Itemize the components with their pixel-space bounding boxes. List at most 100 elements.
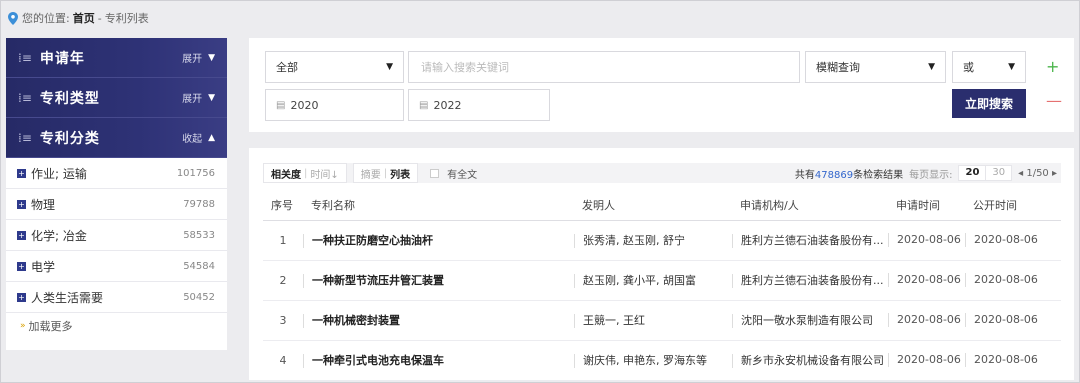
sort-time-button[interactable]: 时间↓ — [307, 166, 341, 181]
col-header-publish-date[interactable]: 公开时间 — [965, 191, 1061, 221]
remove-condition-button[interactable]: — — [1046, 91, 1062, 110]
result-total: 共有478869条检索结果 — [794, 169, 904, 181]
calendar-icon: ▤ — [276, 99, 286, 111]
row-org: 沈阳一敬水泵制造有限公司 — [732, 300, 888, 341]
class-item-human-needs[interactable]: + 人类生活需要 50452 — [6, 282, 227, 313]
class-item-chemistry[interactable]: + 化学; 冶金 58533 — [6, 220, 227, 251]
col-header-inventor[interactable]: 发明人 — [574, 191, 732, 221]
per-page-20-button[interactable]: 20 — [959, 166, 985, 180]
row-no: 3 — [263, 300, 303, 341]
add-condition-button[interactable]: + — [1046, 57, 1059, 76]
section-title: 专利分类 — [39, 130, 100, 147]
row-org: 胜利方兰德石油装备股份有... — [732, 260, 888, 301]
row-inventors: 谢庆伟, 申艳东, 罗海东等 — [574, 340, 732, 381]
row-publish-date: 2020-08-06 — [965, 260, 1061, 301]
divider — [888, 313, 889, 327]
plus-square-icon: + — [17, 168, 26, 178]
row-publish-date: 2020-08-06 — [965, 340, 1061, 381]
field-select[interactable]: 全部 ▼ — [265, 51, 404, 83]
class-item-label: 作业; 运输 — [31, 166, 87, 181]
expand-toggle[interactable]: 展开 ▼ — [182, 50, 215, 66]
keyword-input[interactable]: 请输入搜索关键词 — [408, 51, 800, 83]
view-list-button[interactable]: 列表 — [387, 166, 413, 181]
caret-down-icon: ▼ — [928, 62, 935, 72]
col-header-no: 序号 — [263, 191, 303, 221]
patent-title-link[interactable]: 一种新型节流压井管汇装置 — [303, 260, 574, 301]
patent-title-link[interactable]: 一种机械密封装置 — [303, 300, 574, 341]
breadcrumb: 您的位置: 首页 - 专利列表 — [8, 9, 149, 27]
divider — [965, 313, 966, 327]
result-count: 478869 — [814, 169, 854, 181]
keyword-placeholder: 请输入搜索关键词 — [421, 61, 509, 74]
per-page-label: 每页显示: — [909, 169, 953, 181]
class-item-label: 电学 — [31, 259, 56, 274]
col-header-name[interactable]: 专利名称 — [303, 191, 574, 221]
patent-title-link[interactable]: 一种扶正防磨空心抽油杆 — [303, 220, 574, 261]
divider — [888, 233, 889, 247]
caret-down-icon: ▼ — [1008, 62, 1015, 72]
filter-section-patent-class[interactable]: ⁞≡ 专利分类 收起 ▲ — [6, 118, 227, 158]
year-to-value: 2022 — [433, 98, 462, 112]
logic-value: 或 — [963, 61, 974, 74]
breadcrumb-home-link[interactable]: 首页 — [73, 10, 95, 26]
class-item-label: 人类生活需要 — [31, 290, 104, 305]
divider — [574, 274, 575, 288]
row-apply-date: 2020-08-06 — [888, 340, 965, 381]
view-abstract-button[interactable]: 摘要 — [358, 166, 384, 181]
patent-title-link[interactable]: 一种牵引式电池充电保温车 — [303, 340, 574, 381]
logic-select[interactable]: 或 ▼ — [952, 51, 1026, 83]
expand-toggle[interactable]: 展开 ▼ — [182, 90, 215, 106]
fulltext-filter[interactable]: 有全文 — [430, 166, 477, 181]
filter-section-apply-year[interactable]: ⁞≡ 申请年 展开 ▼ — [6, 38, 227, 78]
divider — [888, 273, 889, 287]
filter-lines-icon: ⁞≡ — [18, 50, 32, 65]
sort-relevance-button[interactable]: 相关度 — [268, 166, 304, 181]
class-item-electricity[interactable]: + 电学 54584 — [6, 251, 227, 282]
table-row[interactable]: 3 一种机械密封装置 王競一, 王红 沈阳一敬水泵制造有限公司 2020-08-… — [263, 300, 1061, 341]
match-mode-select[interactable]: 模糊查询 ▼ — [805, 51, 946, 83]
breadcrumb-current: 专利列表 — [104, 12, 149, 25]
per-page-switch: 20 30 — [958, 165, 1013, 181]
results-panel: 相关度 | 时间↓ 摘要 | 列表 有全文 共有478869条检索结果 每页显示… — [249, 148, 1074, 381]
col-header-org[interactable]: 申请机构/人 — [732, 191, 888, 221]
row-apply-date: 2020-08-06 — [888, 260, 965, 301]
filter-lines-icon: ⁞≡ — [18, 90, 32, 105]
divider — [303, 354, 304, 368]
filter-section-patent-type[interactable]: ⁞≡ 专利类型 展开 ▼ — [6, 78, 227, 118]
breadcrumb-prefix: 您的位置: — [22, 12, 70, 25]
class-item-count: 101756 — [176, 167, 215, 179]
divider — [303, 274, 304, 288]
table-row[interactable]: 1 一种扶正防磨空心抽油杆 张秀清, 赵玉刚, 舒宁 胜利方兰德石油装备股份有.… — [263, 220, 1061, 261]
year-to-field[interactable]: ▤ 2022 — [408, 89, 550, 121]
divider — [965, 273, 966, 287]
table-row[interactable]: 4 一种牵引式电池充电保温车 谢庆伟, 申艳东, 罗海东等 新乡市永安机械设备有… — [263, 340, 1061, 381]
load-more-label: 加载更多 — [28, 320, 73, 333]
collapse-toggle[interactable]: 收起 ▲ — [182, 130, 215, 146]
class-item-transport[interactable]: + 作业; 运输 101756 — [6, 158, 227, 189]
fulltext-checkbox[interactable] — [430, 168, 440, 178]
year-from-value: 2020 — [290, 98, 319, 112]
load-more-link[interactable]: » 加载更多 — [6, 313, 227, 339]
class-item-label: 物理 — [31, 197, 56, 212]
table-header-row: 序号 专利名称 发明人 申请机构/人 申请时间 公开时间 — [263, 191, 1061, 221]
results-toolbar: 相关度 | 时间↓ 摘要 | 列表 有全文 共有478869条检索结果 每页显示… — [263, 163, 1061, 183]
caret-down-icon: ▼ — [208, 92, 215, 103]
match-mode-value: 模糊查询 — [816, 61, 860, 74]
caret-down-icon: ▼ — [208, 52, 215, 63]
view-toggle: 摘要 | 列表 — [352, 163, 419, 183]
col-header-apply-date[interactable]: 申请时间 — [888, 191, 965, 221]
plus-square-icon: + — [17, 261, 26, 271]
year-from-field[interactable]: ▤ 2020 — [265, 89, 404, 121]
table-row[interactable]: 2 一种新型节流压井管汇装置 赵玉刚, 龚小平, 胡国富 胜利方兰德石油装备股份… — [263, 260, 1061, 301]
per-page-30-button[interactable]: 30 — [985, 166, 1011, 180]
row-org: 新乡市永安机械设备有限公司 — [732, 340, 888, 381]
pagination-indicator[interactable]: ◂ 1/50 ▸ — [1018, 168, 1061, 179]
plus-square-icon: + — [17, 230, 26, 240]
class-item-physics[interactable]: + 物理 79788 — [6, 189, 227, 220]
search-button[interactable]: 立即搜索 — [952, 89, 1026, 118]
divider — [732, 314, 733, 328]
class-item-label: 化学; 冶金 — [31, 228, 87, 243]
divider — [303, 234, 304, 248]
divider — [574, 234, 575, 248]
class-item-count: 54584 — [183, 260, 215, 272]
